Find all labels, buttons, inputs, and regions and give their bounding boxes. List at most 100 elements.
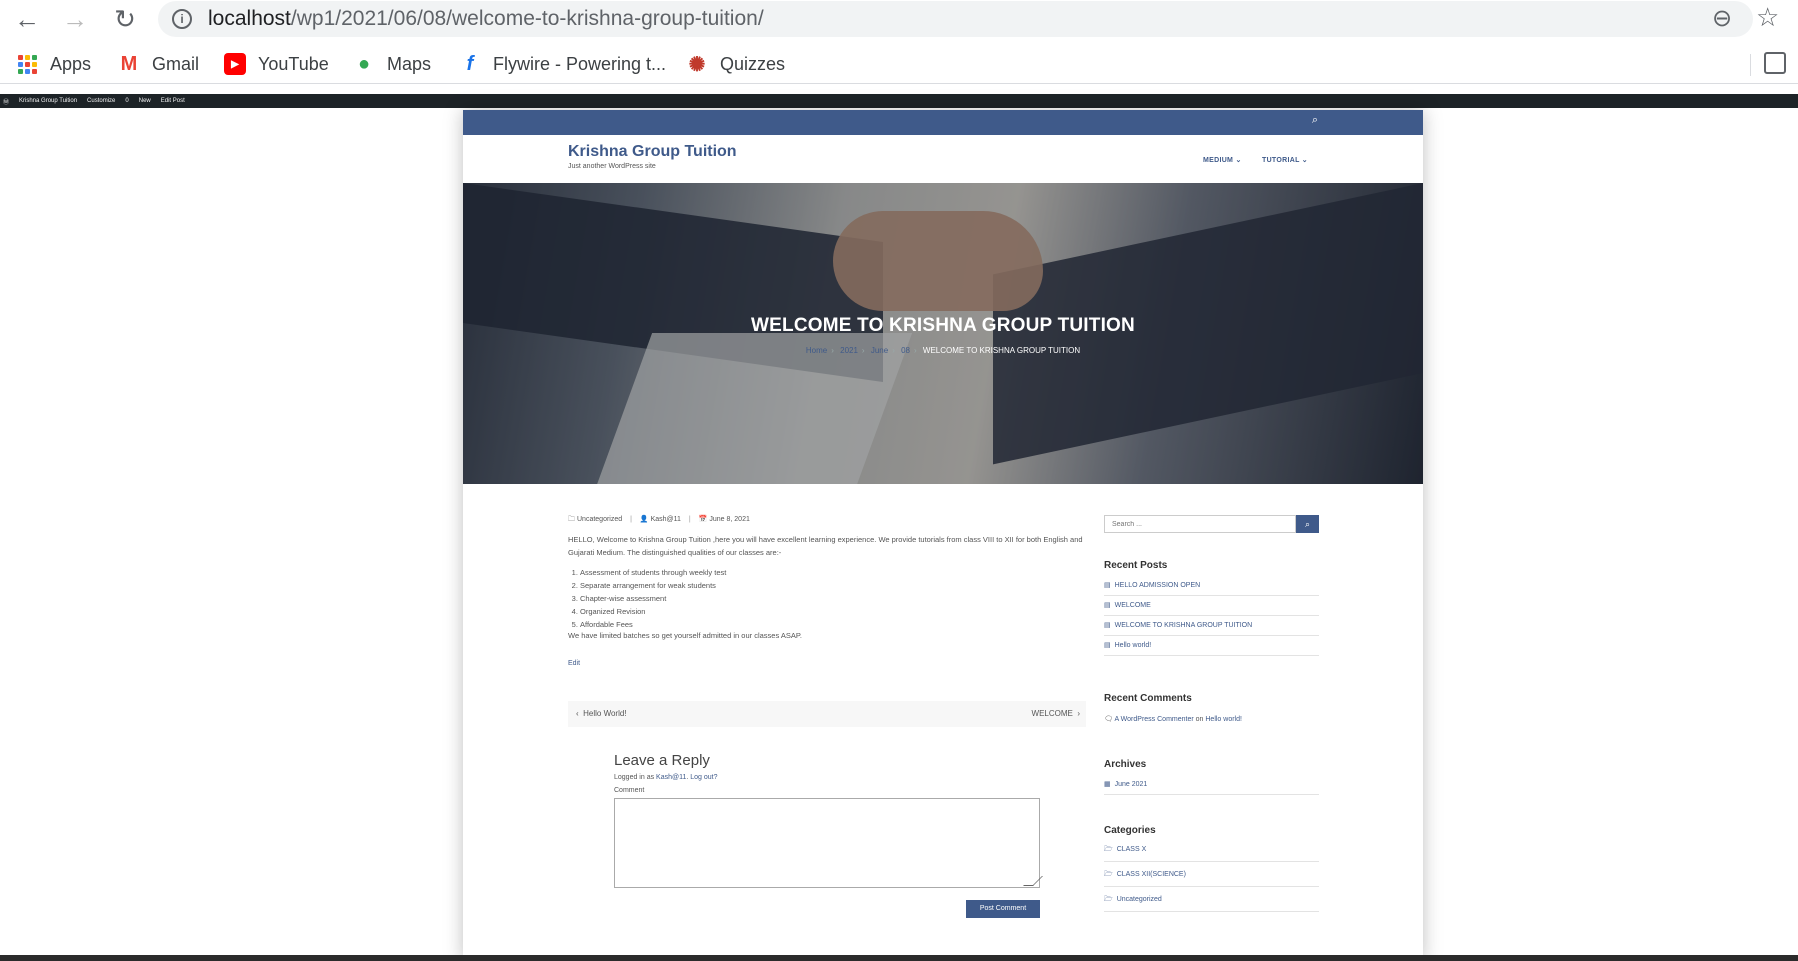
- list-item: Assessment of students through weekly te…: [580, 566, 726, 579]
- category-item[interactable]: 🗁 Uncategorized: [1104, 887, 1319, 912]
- flywire-icon: f: [466, 52, 474, 75]
- search-submit-button[interactable]: ⌕: [1296, 515, 1319, 533]
- archives-title: Archives: [1104, 759, 1147, 770]
- address-bar[interactable]: i localhost/wp1/2021/06/08/welcome-to-kr…: [158, 1, 1753, 37]
- document-icon: ▤: [1104, 601, 1111, 609]
- adminbar-site-link[interactable]: Krishna Group Tuition: [19, 98, 77, 104]
- site-topbar: ⌕: [463, 110, 1423, 135]
- adminbar-edit-post[interactable]: Edit Post: [161, 98, 185, 104]
- comment-label: Comment: [614, 787, 645, 794]
- site-tagline: Just another WordPress site: [568, 163, 656, 170]
- bookmark-gmail[interactable]: M Gmail: [118, 50, 199, 78]
- post-intro: HELLO, Welcome to Krishna Group Tuition …: [568, 535, 1083, 557]
- menu-item-medium[interactable]: MEDIUM ⌄: [1203, 156, 1242, 164]
- bookmark-quizzes[interactable]: ✺ Quizzes: [686, 50, 785, 78]
- search-icon: ⌕: [1304, 519, 1311, 529]
- edit-post-link[interactable]: Edit: [568, 660, 580, 667]
- recent-comment-item: 🗨 A WordPress Commenter on Hello world!: [1104, 716, 1242, 723]
- comment-post-link[interactable]: Hello world!: [1205, 716, 1242, 723]
- reload-icon[interactable]: ↻: [110, 4, 140, 34]
- search-input[interactable]: [1104, 515, 1296, 533]
- zoom-icon[interactable]: ⊖: [1712, 4, 1732, 33]
- recent-post-item[interactable]: ▤ WELCOME: [1104, 596, 1319, 616]
- browser-toolbar: ← → ↻ i localhost/wp1/2021/06/08/welcome…: [0, 0, 1798, 40]
- back-arrow-icon[interactable]: ←: [12, 4, 42, 34]
- breadcrumb-current: WELCOME TO KRISHNA GROUP TUITION: [922, 346, 1081, 355]
- wordpress-logo-icon[interactable]: Ⓦ: [3, 97, 9, 106]
- breadcrumb-day[interactable]: 08: [901, 346, 910, 355]
- recent-posts-list: ▤ HELLO ADMISSION OPEN ▤ WELCOME ▤ WELCOME …: [1104, 576, 1319, 656]
- url-text[interactable]: localhost/wp1/2021/06/08/welcome-to-kris…: [208, 7, 764, 31]
- archives-list: ▦ June 2021: [1104, 775, 1319, 795]
- post-comment-button[interactable]: Post Comment: [966, 900, 1040, 918]
- archive-item[interactable]: ▦ June 2021: [1104, 775, 1319, 795]
- recent-post-item[interactable]: ▤ Hello world!: [1104, 636, 1319, 656]
- reply-title: Leave a Reply: [614, 752, 710, 769]
- bookmark-maps[interactable]: ● Maps: [353, 50, 431, 78]
- category-item[interactable]: 🗁 CLASS X: [1104, 837, 1319, 862]
- breadcrumb: Home › 2021 › June › 08 › WELCOME TO KRISHNA…: [805, 346, 1081, 355]
- profile-link[interactable]: Kash@11: [656, 774, 686, 781]
- hero-banner: WELCOME TO KRISHNA GROUP TUITION Home › 2…: [463, 183, 1423, 484]
- recent-comments-title: Recent Comments: [1104, 693, 1192, 704]
- chevron-left-icon: ‹: [576, 709, 579, 718]
- calendar-icon: 📅: [698, 516, 708, 523]
- site-info-icon[interactable]: i: [172, 9, 192, 29]
- youtube-icon: ▶: [224, 53, 246, 75]
- adminbar-customize[interactable]: Customize: [87, 98, 115, 104]
- document-icon: ▤: [1104, 621, 1111, 629]
- quizzes-icon: ✺: [688, 53, 706, 76]
- post-outro: We have limited batches so get yourself …: [568, 631, 803, 640]
- logged-in-note: Logged in as Kash@11. Log out?: [614, 774, 718, 781]
- category-item[interactable]: 🗁 CLASS XII(SCIENCE): [1104, 862, 1319, 887]
- recent-post-item[interactable]: ▤ HELLO ADMISSION OPEN: [1104, 576, 1319, 596]
- apps-grid-icon: [16, 53, 38, 75]
- logout-link[interactable]: Log out?: [690, 774, 717, 781]
- reading-list-icon[interactable]: [1764, 52, 1786, 74]
- chevron-right-icon: ›: [1077, 709, 1080, 718]
- document-icon: ▤: [1104, 581, 1111, 589]
- bookmark-star-icon[interactable]: ☆: [1756, 2, 1779, 33]
- page-title: WELCOME TO KRISHNA GROUP TUITION: [751, 315, 1135, 336]
- recent-posts-title: Recent Posts: [1104, 560, 1168, 571]
- document-icon: ▤: [1104, 641, 1111, 649]
- post-author[interactable]: Kash@11: [651, 516, 681, 523]
- site-title[interactable]: Krishna Group Tuition: [568, 143, 737, 161]
- post-meta: 🗀 Uncategorized | 👤 Kash@11 | 📅 June 8, 202…: [568, 516, 750, 523]
- user-icon: 👤: [639, 516, 649, 523]
- site-header: Krishna Group Tuition Just another WordP…: [463, 135, 1423, 183]
- post-date[interactable]: June 8, 2021: [709, 516, 749, 523]
- bookmark-flywire[interactable]: f Flywire - Powering t...: [459, 50, 666, 78]
- site-container: ⌕ Krishna Group Tuition Just another Wor…: [463, 110, 1423, 961]
- post-category[interactable]: Uncategorized: [577, 516, 622, 523]
- next-post-link[interactable]: WELCOME ›: [1032, 709, 1080, 718]
- wp-admin-bar: Ⓦ Krishna Group Tuition Customize 0 New …: [0, 94, 1798, 108]
- features-list: Assessment of students through weekly te…: [580, 566, 726, 631]
- adminbar-new[interactable]: New: [139, 98, 151, 104]
- maps-pin-icon: ●: [357, 52, 371, 75]
- recent-post-item[interactable]: ▤ WELCOME TO KRISHNA GROUP TUITION: [1104, 616, 1319, 636]
- breadcrumb-year[interactable]: 2021: [840, 346, 858, 355]
- menu-item-tutorial[interactable]: TUTORIAL ⌄: [1262, 156, 1308, 164]
- comment-textarea[interactable]: [614, 798, 1040, 888]
- chevron-down-icon: ⌄: [1235, 157, 1242, 164]
- bookmarks-bar: Apps M Gmail ▶ YouTube ● Maps f Flywire …: [0, 44, 1798, 84]
- gmail-icon: M: [120, 52, 138, 75]
- adminbar-comments-count[interactable]: 0: [125, 98, 128, 104]
- forward-arrow-icon[interactable]: →: [60, 4, 90, 34]
- bookmark-youtube[interactable]: ▶ YouTube: [224, 50, 329, 78]
- folder-open-icon: 🗁: [1104, 845, 1113, 853]
- previous-post-link[interactable]: ‹ Hello World!: [576, 709, 627, 718]
- search-icon[interactable]: ⌕: [1312, 114, 1318, 127]
- taskbar-edge: [0, 955, 1798, 961]
- bookmarks-divider: [1750, 54, 1751, 76]
- breadcrumb-home[interactable]: Home: [806, 346, 827, 355]
- comment-author-link[interactable]: A WordPress Commenter: [1114, 716, 1193, 723]
- chevron-down-icon: ⌄: [1301, 157, 1308, 164]
- breadcrumb-month[interactable]: June: [871, 346, 888, 355]
- bookmark-apps[interactable]: Apps: [16, 50, 91, 78]
- categories-list: 🗁 CLASS X 🗁 CLASS XII(SCIENCE) 🗁 Uncategori…: [1104, 837, 1319, 912]
- list-item: Affordable Fees: [580, 618, 726, 631]
- folder-open-icon: 🗁: [1104, 870, 1113, 878]
- list-item: Chapter-wise assessment: [580, 592, 726, 605]
